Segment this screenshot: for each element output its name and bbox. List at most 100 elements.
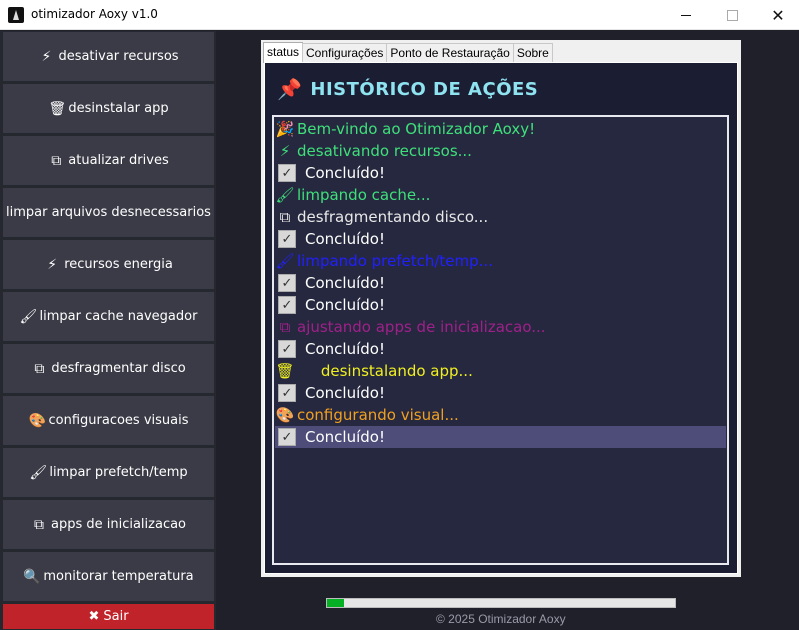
sidebar-button-label: limpar arquivos desnecessarios <box>6 205 211 220</box>
log-line[interactable]: ✓ Concluído! <box>275 382 726 404</box>
checkbox-icon: ✓ <box>278 428 296 446</box>
log-text: Bem-vindo ao Otimizador Aoxy! <box>297 120 536 138</box>
checkbox-icon: ✓ <box>278 274 296 292</box>
app-icon <box>8 7 24 23</box>
brush-icon: 🖌 <box>29 464 48 481</box>
log-icon: ⚡ <box>279 142 291 160</box>
sidebar-button-label: limpar prefetch/temp <box>49 465 188 480</box>
log-line[interactable]: ⧉ ajustando apps de inicializacao... <box>275 316 726 338</box>
sidebar-button-label: recursos energia <box>64 257 173 272</box>
progress-bar <box>326 598 676 608</box>
log-line[interactable]: ✓ Concluído! <box>275 228 726 250</box>
checkbox-icon: ✓ <box>278 296 296 314</box>
sidebar-button-9[interactable]: ⧉ apps de inicializacao <box>3 500 214 549</box>
log-icon: ⧉ <box>279 208 291 226</box>
tab-bar: status Configurações Ponto de Restauração S… <box>263 42 553 63</box>
sidebar-button-label: desfragmentar disco <box>51 361 186 376</box>
tab-0[interactable]: status <box>263 42 304 63</box>
status-panel: 📌 HISTÓRICO DE AÇÕES 🎉 Bem-vindo ao Otimi… <box>264 62 738 574</box>
log-text: desativando recursos... <box>297 142 472 160</box>
trash-icon: 🗑 <box>48 100 67 117</box>
title-bar: otimizador Aoxy v1.0 ✕ <box>0 0 799 30</box>
log-icon: 🖌 <box>275 252 295 270</box>
log-text: desfragmentando disco... <box>297 208 489 226</box>
log-line[interactable]: ✓ Concluído! <box>275 162 726 184</box>
log-line[interactable]: ⚡ desativando recursos... <box>275 140 726 162</box>
close-button[interactable]: ✕ <box>755 0 799 30</box>
history-log[interactable]: 🎉 Bem-vindo ao Otimizador Aoxy! ⚡ desativan… <box>272 115 729 565</box>
sidebar-button-2[interactable]: ⧉ atualizar drives <box>3 136 214 185</box>
sidebar-button-label: configuracoes visuais <box>48 413 189 428</box>
log-icon: 🎨 <box>275 406 295 424</box>
sidebar-button-label: apps de inicializacao <box>50 517 187 532</box>
log-text: configurando visual... <box>297 406 459 424</box>
sidebar-button-0[interactable]: ⚡ desativar recursos <box>3 32 214 81</box>
sidebar-button-8[interactable]: 🖌 limpar prefetch/temp <box>3 448 214 497</box>
log-text: desinstalando app... <box>297 362 473 380</box>
palette-icon: 🎨 <box>28 412 46 429</box>
log-icon: 🎉 <box>275 120 295 138</box>
log-line[interactable]: ✓ Concluído! <box>275 272 726 294</box>
history-title: HISTÓRICO DE AÇÕES <box>310 78 539 100</box>
lightning-icon: ⚡ <box>47 256 58 273</box>
log-line[interactable]: ⧉ desfragmentando disco... <box>275 206 726 228</box>
sidebar-button-7[interactable]: 🎨 configuracoes visuais <box>3 396 214 445</box>
log-line[interactable]: 🎉 Bem-vindo ao Otimizador Aoxy! <box>275 118 726 140</box>
log-text: ajustando apps de inicializacao... <box>297 318 546 336</box>
maximize-button[interactable] <box>709 0 755 30</box>
sidebar-button-3[interactable]: limpar arquivos desnecessarios <box>3 188 214 237</box>
log-line[interactable]: ✓ Concluído! <box>275 338 726 360</box>
exit-button[interactable]: ✖ Sair <box>3 604 214 629</box>
sidebar-button-label: atualizar drives <box>68 153 169 168</box>
log-text: limpando prefetch/temp... <box>297 252 493 270</box>
checkbox-icon: ✓ <box>278 164 296 182</box>
sidebar: ⚡ desativar recursos 🗑 desinstalar app ⧉ atua… <box>0 31 216 630</box>
sidebar-button-label: monitorar temperatura <box>43 569 194 584</box>
log-text: Concluído! <box>305 384 385 402</box>
disk-icon: ⧉ <box>34 360 45 377</box>
log-text: Concluído! <box>305 274 385 292</box>
log-line[interactable]: 🖌 limpando cache... <box>275 184 726 206</box>
window-title: otimizador Aoxy v1.0 <box>31 7 158 21</box>
brush-icon: 🖌 <box>19 308 38 325</box>
history-heading: 📌 HISTÓRICO DE AÇÕES <box>277 77 538 101</box>
checkbox-icon: ✓ <box>278 384 296 402</box>
log-text: Concluído! <box>305 428 385 446</box>
log-text: Concluído! <box>305 296 385 314</box>
sidebar-button-label: limpar cache navegador <box>39 309 198 324</box>
tab-2[interactable]: Ponto de Restauração <box>386 43 514 62</box>
checkbox-icon: ✓ <box>278 340 296 358</box>
sidebar-button-label: desativar recursos <box>58 49 179 64</box>
log-line[interactable]: 🖌 limpando prefetch/temp... <box>275 250 726 272</box>
footer-copyright: © 2025 Otimizador Aoxy <box>436 612 566 626</box>
log-line[interactable]: 🗑 desinstalando app... <box>275 360 726 382</box>
log-text: Concluído! <box>305 164 385 182</box>
notebook: status Configurações Ponto de Restauração S… <box>261 40 741 577</box>
lightning-icon: ⚡ <box>41 48 52 65</box>
log-line[interactable]: 🎨 configurando visual... <box>275 404 726 426</box>
close-icon: ✖ <box>88 609 100 624</box>
log-icon: ⧉ <box>279 318 291 336</box>
sidebar-button-4[interactable]: ⚡ recursos energia <box>3 240 214 289</box>
tab-1[interactable]: Configurações <box>302 43 388 62</box>
log-text: Concluído! <box>305 340 385 358</box>
startup-apps-icon: ⧉ <box>33 516 44 533</box>
log-icon: 🗑 <box>275 362 295 380</box>
log-icon: 🖌 <box>275 186 295 204</box>
checkbox-icon: ✓ <box>278 230 296 248</box>
minimize-button[interactable] <box>663 0 709 30</box>
magnifier-icon: 🔍 <box>23 568 41 585</box>
log-line[interactable]: ✓ Concluído! <box>275 294 726 316</box>
sidebar-button-6[interactable]: ⧉ desfragmentar disco <box>3 344 214 393</box>
driver-icon: ⧉ <box>51 152 62 169</box>
log-line[interactable]: ✓ Concluído! <box>275 426 726 448</box>
sidebar-button-1[interactable]: 🗑 desinstalar app <box>3 84 214 133</box>
sidebar-button-10[interactable]: 🔍 monitorar temperatura <box>3 552 214 601</box>
sidebar-button-label: desinstalar app <box>68 101 169 116</box>
log-text: Concluído! <box>305 230 385 248</box>
sidebar-button-5[interactable]: 🖌 limpar cache navegador <box>3 292 214 341</box>
log-text: limpando cache... <box>297 186 431 204</box>
progress-fill <box>327 599 345 607</box>
tab-3[interactable]: Sobre <box>512 43 553 62</box>
pin-icon: 📌 <box>277 77 303 101</box>
